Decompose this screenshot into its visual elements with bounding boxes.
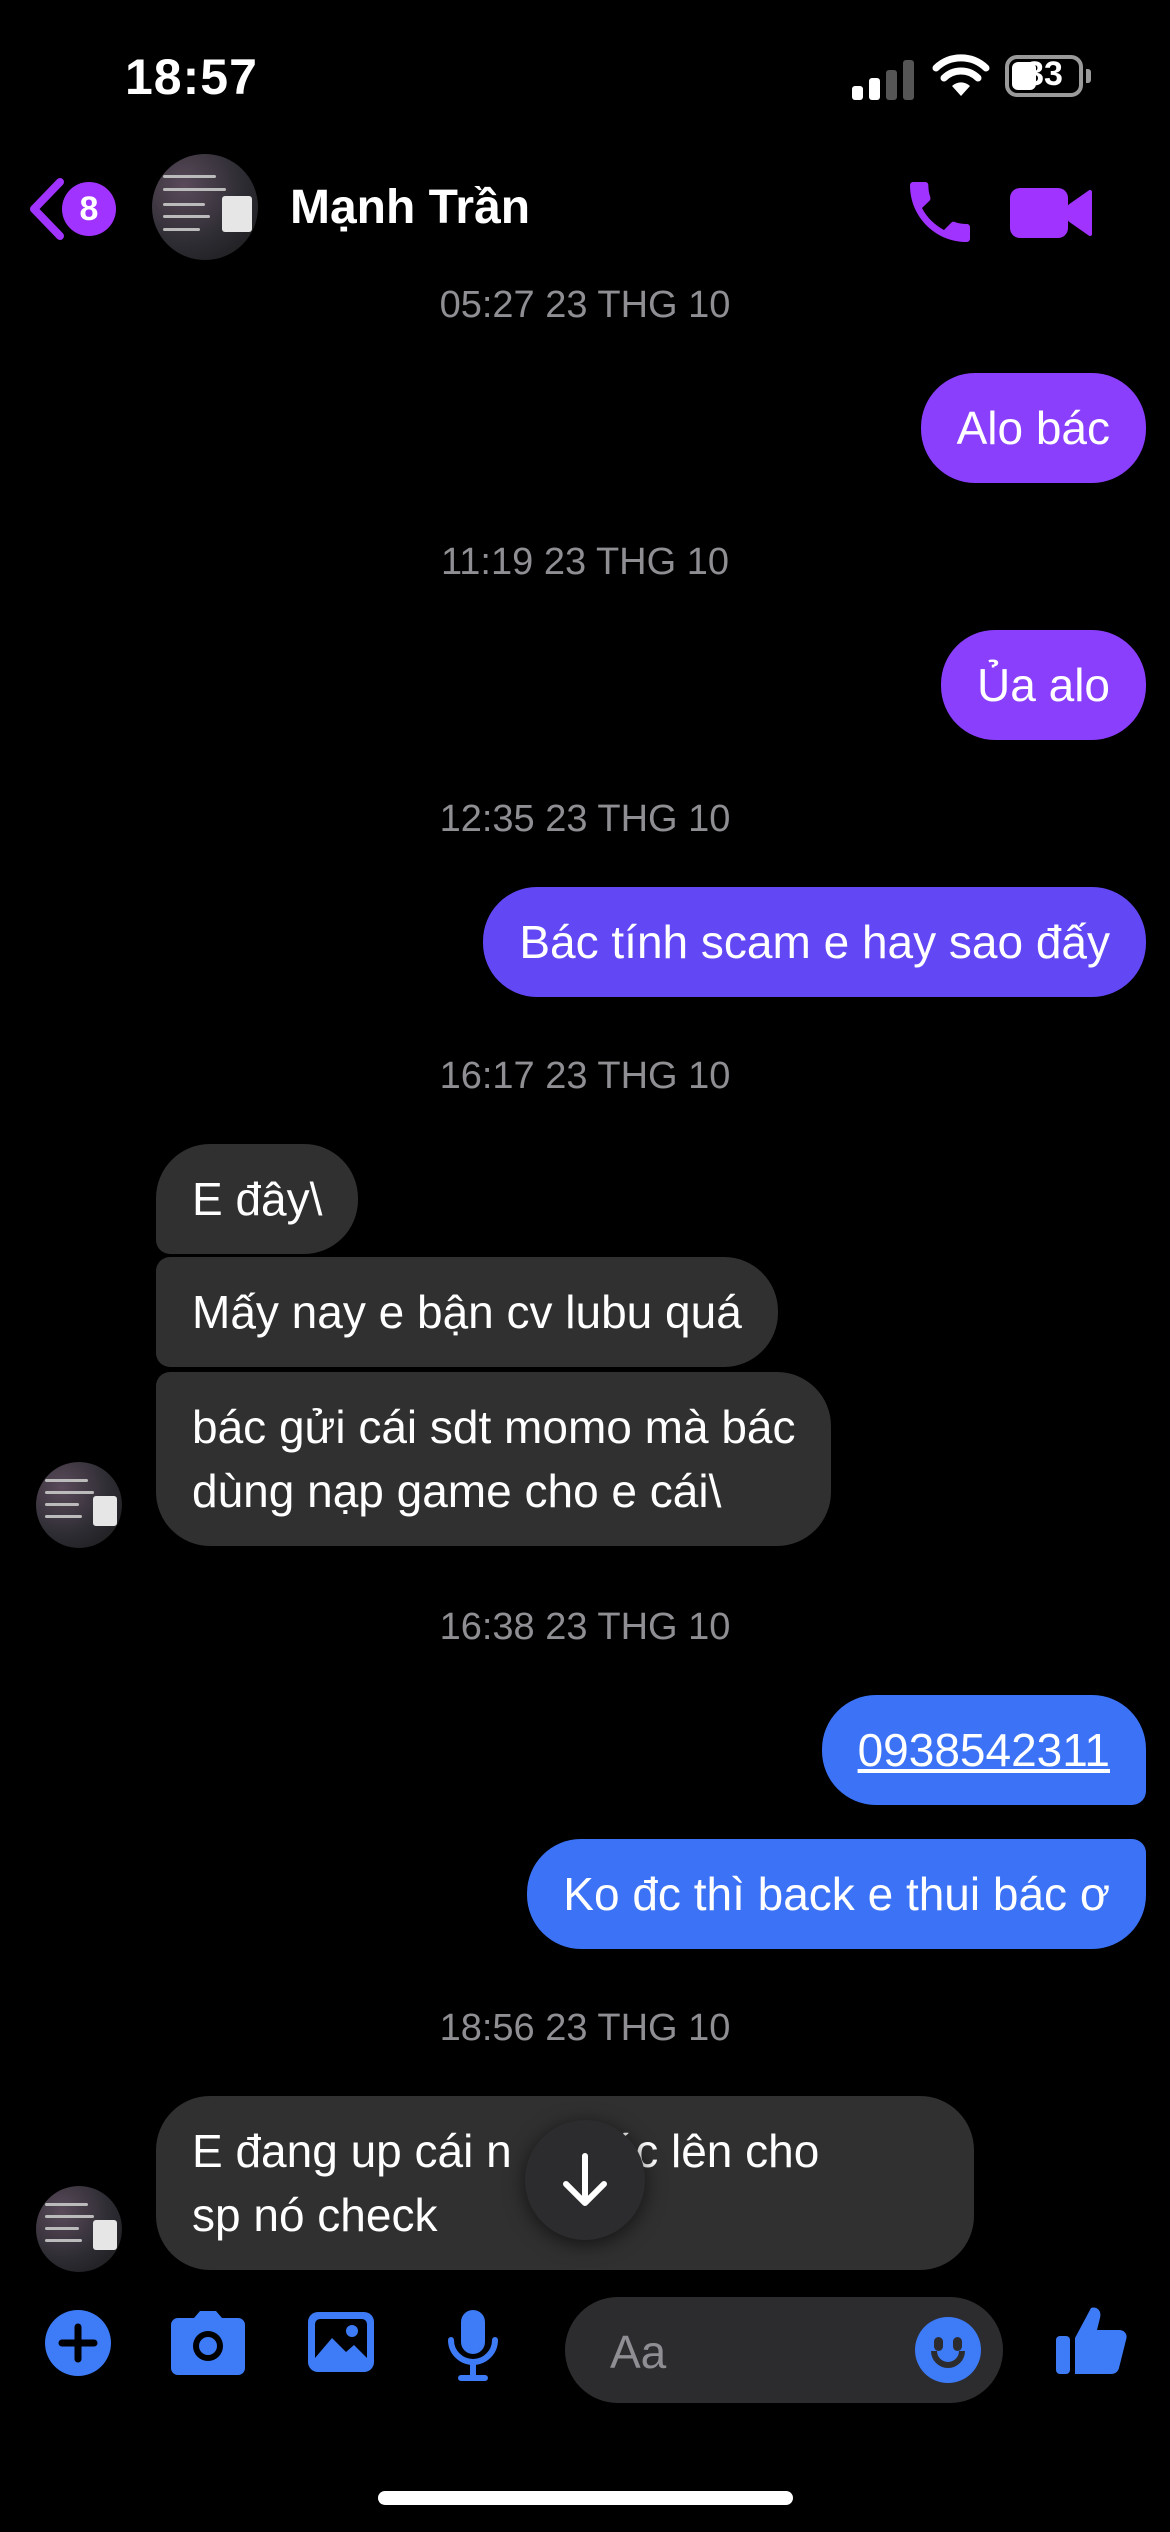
back-button[interactable]: 8 (26, 174, 126, 244)
battery-percent: 33 (1025, 55, 1063, 93)
microphone-icon[interactable] (443, 2308, 503, 2382)
timestamp: 05:27 23 THG 10 (439, 284, 731, 326)
incoming-message[interactable]: E đây\ (156, 1144, 359, 1254)
camera-icon[interactable] (170, 2308, 246, 2378)
arrow-down-icon (563, 2153, 607, 2206)
wifi-icon (932, 54, 990, 96)
incoming-message[interactable]: bác gửi cái sdt momo mà bác dùng nạp gam… (156, 1372, 832, 1546)
video-call-button[interactable] (1008, 178, 1094, 248)
outgoing-message[interactable]: Ko đc thì back e thui bác ơ (527, 1839, 1146, 1949)
timestamp: 12:35 23 THG 10 (439, 798, 731, 840)
message-placeholder: Aa (610, 2326, 667, 2378)
scroll-to-bottom-button[interactable] (525, 2120, 645, 2240)
outgoing-message[interactable]: Ủa alo (941, 630, 1146, 740)
contact-avatar[interactable] (152, 154, 258, 260)
status-bar: 18:57 33 (0, 0, 1170, 150)
incoming-message[interactable]: Mấy nay e bận cv lubu quá (156, 1257, 778, 1367)
unread-count-badge: 8 (62, 182, 116, 236)
timestamp: 16:17 23 THG 10 (439, 1055, 731, 1097)
thumbs-up-icon[interactable] (1053, 2302, 1129, 2378)
phone-icon (910, 182, 970, 242)
message-line: dùng nạp game cho e cái\ (192, 1465, 722, 1517)
message-composer: Aa (0, 2280, 1170, 2420)
battery-icon: 33 (1005, 55, 1083, 97)
cellular-signal-icon (852, 58, 916, 100)
chat-header: 8 Mạnh Trần (0, 150, 1170, 270)
battery-tip (1086, 69, 1091, 83)
timestamp: 16:38 23 THG 10 (439, 1606, 731, 1648)
outgoing-message[interactable]: Bác tính scam e hay sao đấy (483, 887, 1146, 997)
timestamp: 18:56 23 THG 10 (439, 2007, 731, 2049)
message-line: bác gửi cái sdt momo mà bác (192, 1401, 796, 1453)
home-indicator (378, 2491, 793, 2505)
back-chevron-icon (30, 178, 64, 240)
message-input[interactable]: Aa (565, 2297, 1003, 2403)
emoji-icon[interactable] (915, 2317, 981, 2383)
audio-call-button[interactable] (900, 172, 980, 252)
outgoing-message[interactable]: Alo bác (920, 373, 1146, 483)
image-icon[interactable] (306, 2308, 376, 2378)
phone-number-link[interactable]: 0938542311 (821, 1695, 1146, 1805)
status-time: 18:57 (125, 49, 258, 105)
sender-avatar[interactable] (36, 1462, 122, 1548)
video-camera-icon (1010, 188, 1092, 238)
contact-name[interactable]: Mạnh Trần (290, 180, 530, 235)
sender-avatar[interactable] (36, 2186, 122, 2272)
timestamp: 11:19 23 THG 10 (440, 541, 729, 583)
plus-icon[interactable] (43, 2308, 113, 2378)
